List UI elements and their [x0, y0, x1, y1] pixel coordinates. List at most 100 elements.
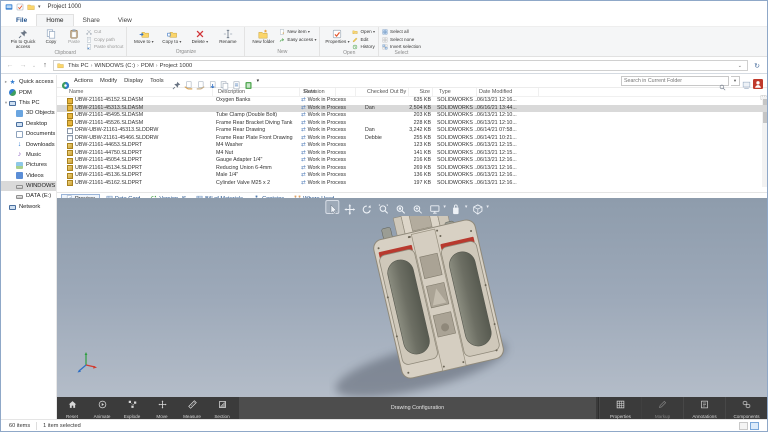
display-style-tool-button[interactable]: [427, 200, 441, 214]
breadcrumb-item-this-pc[interactable]: This PC: [66, 63, 91, 69]
markup-button[interactable]: Markup: [641, 397, 683, 419]
copy-to-button[interactable]: Copy to ▾: [158, 28, 185, 45]
breadcrumb-item-project-1000[interactable]: Project 1000: [158, 63, 195, 69]
up-button[interactable]: ↑: [40, 62, 50, 69]
user-avatar[interactable]: [753, 76, 763, 89]
sidebar-item-network[interactable]: Network: [1, 202, 56, 212]
new-item-button[interactable]: New item ▾: [279, 29, 316, 35]
customize-quick-access-caret-icon[interactable]: ▾: [38, 4, 41, 10]
file-row[interactable]: UBW-21161-44750.SLDPRT M4 Nut ⇄ Work in Pro…: [57, 150, 767, 158]
sidebar-item-desktop[interactable]: Desktop: [1, 119, 56, 129]
search-box[interactable]: [621, 76, 729, 90]
file-row[interactable]: UBW-21161-45526.SLDASM Frame Rear Bracket…: [57, 120, 767, 128]
select-all-button[interactable]: Select all: [382, 29, 421, 35]
column-header-checked-out-by[interactable]: Checked Out By: [365, 88, 409, 97]
tab-share[interactable]: Share: [74, 15, 109, 26]
search-input[interactable]: [624, 78, 719, 84]
column-options-icon[interactable]: [760, 88, 767, 100]
view-orientation-caret-icon[interactable]: ▾: [486, 204, 489, 210]
view-orientation-tool-button[interactable]: [470, 200, 484, 215]
cut-button[interactable]: Cut: [86, 29, 123, 35]
change-state-button[interactable]: [232, 77, 241, 89]
recent-locations-caret-icon[interactable]: ⌄: [31, 63, 37, 69]
appearances-tool-button[interactable]: [449, 200, 463, 214]
sidebar-item-downloads[interactable]: ↓ Downloads: [1, 139, 56, 149]
column-header-description[interactable]: Description: [216, 88, 300, 97]
pin-button[interactable]: [172, 77, 181, 89]
refresh-button[interactable]: ↻: [751, 62, 763, 70]
file-row[interactable]: UBW-21161-45162.SLDPRT Cylinder Valve M25…: [57, 180, 767, 188]
sidebar-item-pdm[interactable]: PDM: [1, 87, 56, 97]
check-out-button[interactable]: [184, 77, 193, 89]
file-row[interactable]: DRW-UBW-21161-45313.SLDDRW Frame Rear Dra…: [57, 127, 767, 135]
zoom-tool-button[interactable]: [410, 200, 424, 214]
measure-button[interactable]: Measure: [177, 397, 207, 419]
copy-path-button[interactable]: Copy path: [86, 36, 123, 43]
new-folder-button[interactable]: New folder: [248, 28, 278, 44]
quick-access-properties-icon[interactable]: [16, 3, 24, 11]
open-button[interactable]: Open ▾: [352, 29, 375, 35]
sidebar-item-windows-c[interactable]: WINDOWS (C:): [1, 180, 56, 192]
breadcrumb-item-windows-c[interactable]: WINDOWS (C:): [92, 63, 137, 69]
pdm-logo-icon[interactable]: [61, 77, 70, 89]
preview-viewport[interactable]: ▾ ▾ ▾ Reset Animate Explode Move Measure…: [57, 198, 767, 419]
get-latest-version-button[interactable]: [208, 77, 217, 89]
properties-button[interactable]: Properties: [599, 397, 641, 419]
zoom-area-tool-button[interactable]: [393, 200, 407, 214]
select-tool-button[interactable]: [325, 200, 340, 214]
copy-button[interactable]: Copy: [40, 28, 62, 44]
easy-access-button[interactable]: Easy access ▾: [279, 37, 316, 43]
file-row[interactable]: DRW-UBW-21161-45466.SLDDRW Frame Rear Pla…: [57, 135, 767, 143]
quick-access-folder-icon[interactable]: [27, 3, 35, 11]
sidebar-item-quick-access[interactable]: ▸ ★ Quick access: [1, 77, 56, 87]
file-row[interactable]: UBW-21161-45134.SLDPRT Reducing Union 6-4…: [57, 165, 767, 173]
forward-button[interactable]: →: [18, 62, 28, 69]
rotate-tool-button[interactable]: [359, 200, 373, 214]
column-header-date-modified[interactable]: Date Modified: [477, 88, 539, 97]
search-options-caret-icon[interactable]: ▾: [731, 76, 740, 86]
properties-button[interactable]: Properties ▾: [323, 28, 351, 45]
paste-button[interactable]: Paste: [63, 28, 85, 44]
column-header-state[interactable]: State: [301, 88, 356, 97]
display-style-caret-icon[interactable]: ▾: [443, 204, 446, 210]
column-header-type[interactable]: Type: [437, 88, 477, 97]
delete-button[interactable]: Delete ▾: [186, 28, 213, 45]
pin-to-quick-access-button[interactable]: Pin to Quick access: [7, 28, 39, 50]
sidebar-item-videos[interactable]: Videos: [1, 171, 56, 181]
check-in-button[interactable]: [196, 77, 205, 89]
menu-modify[interactable]: Modify: [100, 78, 117, 84]
section-button[interactable]: Section: [207, 397, 237, 419]
reset-button[interactable]: Reset: [57, 397, 87, 419]
animate-button[interactable]: Animate: [87, 397, 117, 419]
move-to-button[interactable]: Move to ▾: [130, 28, 157, 45]
rename-button[interactable]: Rename: [214, 28, 241, 44]
back-button[interactable]: ←: [5, 62, 15, 69]
tab-view[interactable]: View: [109, 15, 141, 26]
breadcrumb[interactable]: This PC › WINDOWS (C:) › PDM › Project 1000 ⌄: [53, 60, 748, 71]
zoom-fit-tool-button[interactable]: [376, 200, 390, 214]
menu-tools[interactable]: Tools: [150, 78, 164, 84]
select-none-button[interactable]: Select none: [382, 37, 421, 43]
menu-actions[interactable]: Actions: [74, 78, 93, 84]
thumbnail-view-icon[interactable]: [750, 421, 759, 430]
pan-tool-button[interactable]: [342, 200, 356, 215]
file-row[interactable]: UBW-21161-44653.SLDPRT M4 Washer ⇄ Work in …: [57, 142, 767, 150]
file-row[interactable]: UBW-21161-45495.SLDASM Tube Clamp (Double…: [57, 112, 767, 120]
details-view-icon[interactable]: [739, 421, 748, 430]
tab-home[interactable]: Home: [36, 14, 74, 26]
tab-file[interactable]: File: [7, 15, 36, 26]
appearances-caret-icon[interactable]: ▾: [465, 204, 468, 210]
annotations-button[interactable]: Annotations: [683, 397, 725, 419]
configuration-bar[interactable]: Drawing Configuration: [239, 397, 596, 419]
sidebar-item-data-e[interactable]: DATA (E:): [1, 191, 56, 201]
more-tools-caret-icon[interactable]: ▾: [257, 78, 260, 84]
menu-display[interactable]: Display: [124, 78, 143, 84]
search-filter-icon[interactable]: [742, 77, 751, 89]
file-row[interactable]: UBW-21161-45152.SLDASM Oxygen Banks ⇄ Work …: [57, 97, 767, 105]
edit-button[interactable]: Edit: [352, 37, 375, 43]
breadcrumb-item-pdm[interactable]: PDM: [139, 63, 156, 69]
column-header-size[interactable]: Size: [409, 88, 433, 97]
sidebar-item-music[interactable]: ♪ Music: [1, 150, 56, 160]
sidebar-item-this-pc[interactable]: ▾ This PC: [1, 98, 56, 108]
file-row[interactable]: UBW-21161-45054.SLDPRT Gauge Adapter 1/4"…: [57, 157, 767, 165]
